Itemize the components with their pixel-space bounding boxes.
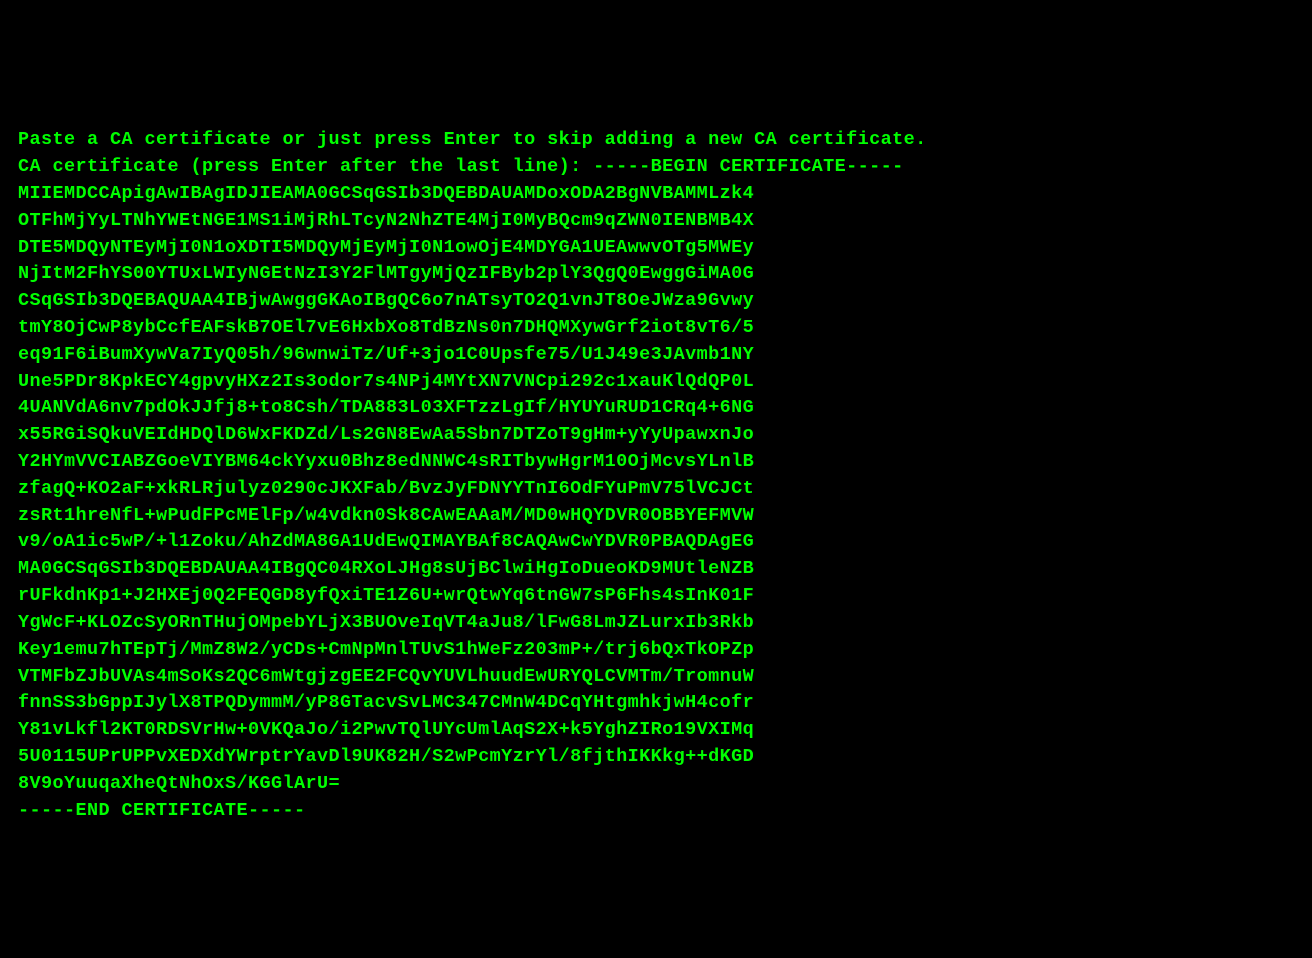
terminal-line: MIIEMDCCApigAwIBAgIDJIEAMA0GCSqGSIb3DQEB… (18, 181, 1294, 208)
terminal-line: eq91F6iBumXywVa7IyQ05h/96wnwiTz/Uf+3jo1C… (18, 342, 1294, 369)
terminal-line: tmY8OjCwP8ybCcfEAFskB7OEl7vE6HxbXo8TdBzN… (18, 315, 1294, 342)
terminal-line: Paste a CA certificate or just press Ent… (18, 127, 1294, 154)
terminal-line: Y2HYmVVCIABZGoeVIYBM64ckYyxu0Bhz8edNNWC4… (18, 449, 1294, 476)
terminal-line: zsRt1hreNfL+wPudFPcMElFp/w4vdkn0Sk8CAwEA… (18, 503, 1294, 530)
terminal-line: OTFhMjYyLTNhYWEtNGE1MS1iMjRhLTcyN2NhZTE4… (18, 208, 1294, 235)
terminal-line: DTE5MDQyNTEyMjI0N1oXDTI5MDQyMjEyMjI0N1ow… (18, 235, 1294, 262)
terminal-line: Une5PDr8KpkECY4gpvyHXz2Is3odor7s4NPj4MYt… (18, 369, 1294, 396)
terminal-line: Key1emu7hTEpTj/MmZ8W2/yCDs+CmNpMnlTUvS1h… (18, 637, 1294, 664)
terminal-line: Y81vLkfl2KT0RDSVrHw+0VKQaJo/i2PwvTQlUYcU… (18, 717, 1294, 744)
terminal-line: MA0GCSqGSIb3DQEBDAUAA4IBgQC04RXoLJHg8sUj… (18, 556, 1294, 583)
terminal-line: zfagQ+KO2aF+xkRLRjulyz0290cJKXFab/BvzJyF… (18, 476, 1294, 503)
terminal-line: v9/oA1ic5wP/+l1Zoku/AhZdMA8GA1UdEwQIMAYB… (18, 529, 1294, 556)
terminal-output: Paste a CA certificate or just press Ent… (18, 127, 1294, 824)
terminal-line: CSqGSIb3DQEBAQUAA4IBjwAwggGKAoIBgQC6o7nA… (18, 288, 1294, 315)
terminal-line: 4UANVdA6nv7pdOkJJfj8+to8Csh/TDA883L03XFT… (18, 395, 1294, 422)
terminal-line: -----END CERTIFICATE----- (18, 798, 1294, 825)
terminal-line: 5U0115UPrUPPvXEDXdYWrptrYavDl9UK82H/S2wP… (18, 744, 1294, 771)
terminal-line: NjItM2FhYS00YTUxLWIyNGEtNzI3Y2FlMTgyMjQz… (18, 261, 1294, 288)
terminal-line: 8V9oYuuqaXheQtNhOxS/KGGlArU= (18, 771, 1294, 798)
terminal-line: YgWcF+KLOZcSyORnTHujOMpebYLjX3BUOveIqVT4… (18, 610, 1294, 637)
terminal-line: VTMFbZJbUVAs4mSoKs2QC6mWtgjzgEE2FCQvYUVL… (18, 664, 1294, 691)
terminal-line: fnnSS3bGppIJylX8TPQDymmM/yP8GTacvSvLMC34… (18, 690, 1294, 717)
terminal-line: CA certificate (press Enter after the la… (18, 154, 1294, 181)
terminal-line: rUFkdnKp1+J2HXEj0Q2FEQGD8yfQxiTE1Z6U+wrQ… (18, 583, 1294, 610)
terminal-line: x55RGiSQkuVEIdHDQlD6WxFKDZd/Ls2GN8EwAa5S… (18, 422, 1294, 449)
